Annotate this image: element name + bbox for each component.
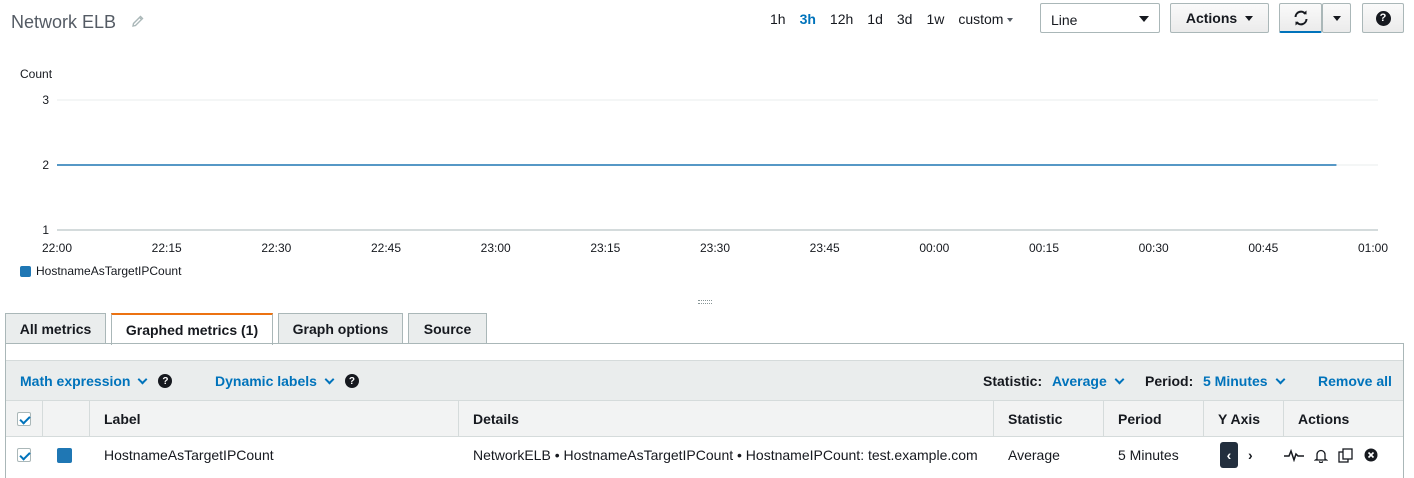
row-checkbox[interactable] [17, 448, 31, 462]
statistic-label: Statistic: [983, 373, 1043, 389]
label-column-header[interactable]: Label [90, 401, 459, 437]
chart-legend[interactable]: HostnameAsTargetIPCount [20, 264, 181, 278]
tab-source[interactable]: Source [408, 313, 487, 344]
statistic-dropdown[interactable]: Average [1052, 373, 1125, 389]
metric-line-chart: Count 1 2 3 22:00 22:15 22:30 22:45 23:00 23:15 23… [20, 67, 1388, 255]
tab-all-metrics[interactable]: All metrics [5, 313, 106, 344]
chevron-down-icon [1114, 374, 1125, 384]
help-button[interactable]: ? [1362, 3, 1404, 33]
chart-type-value: Line [1051, 12, 1078, 28]
series-color-swatch[interactable] [57, 447, 72, 463]
actions-button[interactable]: Actions [1170, 3, 1269, 33]
color-column-header [43, 401, 90, 437]
x-tick-label: 23:45 [810, 241, 840, 255]
row-yaxis: ‹ › [1204, 437, 1284, 473]
help-icon: ? [1375, 10, 1391, 26]
row-color-cell [43, 437, 90, 473]
x-tick-label: 22:45 [371, 241, 401, 255]
y-axis-label: Count [20, 67, 53, 81]
range-3h[interactable]: 3h [800, 11, 816, 27]
refresh-options-button[interactable] [1322, 3, 1351, 33]
metrics-toolbar: Math expression ? Dynamic labels ? Stati… [6, 360, 1403, 400]
graph-this-metric-icon[interactable] [1284, 448, 1304, 462]
range-1d[interactable]: 1d [867, 11, 883, 27]
details-column-header[interactable]: Details [459, 401, 994, 437]
legend-swatch [20, 265, 31, 277]
yaxis-column-header: Y Axis [1204, 401, 1284, 437]
graphed-metrics-panel: Math expression ? Dynamic labels ? Stati… [5, 343, 1404, 478]
x-tick-label: 22:30 [261, 241, 291, 255]
x-tick-label: 23:30 [700, 241, 730, 255]
caret-down-icon [1245, 15, 1254, 21]
tab-graphed-metrics[interactable]: Graphed metrics (1) [111, 313, 273, 345]
range-custom-label: custom [958, 11, 1004, 27]
x-tick-label: 22:15 [152, 241, 182, 255]
legend-label: HostnameAsTargetIPCount [36, 264, 182, 278]
x-tick-label: 00:30 [1139, 241, 1169, 255]
help-icon[interactable]: ? [344, 374, 359, 388]
refresh-button[interactable] [1279, 3, 1322, 33]
x-tick-label: 01:00 [1358, 241, 1388, 255]
row-actions [1284, 437, 1403, 473]
period-value: 5 Minutes [1203, 373, 1268, 389]
range-1h[interactable]: 1h [770, 11, 786, 27]
refresh-icon [1294, 10, 1307, 25]
chart-type-select[interactable]: Line [1040, 3, 1160, 33]
period-dropdown[interactable]: 5 Minutes [1203, 373, 1286, 389]
actions-column-header: Actions [1298, 411, 1350, 427]
caret-down-icon [1007, 18, 1014, 23]
range-12h[interactable]: 12h [830, 11, 853, 27]
row-period[interactable]: 5 Minutes [1104, 437, 1204, 473]
statistic-column-header[interactable]: Statistic [994, 401, 1104, 437]
period-column-header[interactable]: Period [1104, 401, 1204, 437]
caret-down-icon [1332, 15, 1341, 21]
metrics-tabs: All metrics Graphed metrics (1) Graph op… [5, 313, 492, 345]
dynamic-labels-dropdown[interactable]: Dynamic labels ? [215, 373, 359, 389]
chevron-down-icon [1275, 374, 1286, 384]
remove-all-link[interactable]: Remove all [1318, 373, 1392, 389]
x-tick-label: 00:15 [1029, 241, 1059, 255]
row-label[interactable]: HostnameAsTargetIPCount [90, 437, 459, 473]
table-header: Label Details Statistic Period Y Axis Ac… [6, 400, 1403, 437]
x-tick-label: 23:15 [590, 241, 620, 255]
tab-graph-options[interactable]: Graph options [278, 313, 403, 344]
range-3d[interactable]: 3d [897, 11, 913, 27]
x-tick-label: 22:00 [42, 241, 72, 255]
yaxis-right-button[interactable]: › [1248, 447, 1253, 463]
dynamic-labels-label: Dynamic labels [215, 373, 317, 389]
range-1w[interactable]: 1w [926, 11, 944, 27]
help-icon[interactable]: ? [158, 374, 173, 388]
range-custom[interactable]: custom [958, 11, 1014, 27]
statistic-value: Average [1052, 373, 1107, 389]
dashboard-title: Network ELB [11, 12, 117, 32]
x-tick-label: 23:00 [481, 241, 511, 255]
x-tick-label: 00:45 [1248, 241, 1278, 255]
chevron-down-icon [324, 374, 335, 384]
table-row: HostnameAsTargetIPCount NetworkELB • Hos… [6, 437, 1403, 473]
y-tick-label: 1 [42, 223, 49, 237]
resize-handle[interactable] [698, 300, 712, 304]
x-tick-label: 00:00 [919, 241, 949, 255]
period-label: Period: [1145, 373, 1194, 389]
remove-icon[interactable] [1364, 448, 1378, 462]
y-tick-label: 3 [42, 93, 49, 107]
chevron-down-icon [138, 374, 148, 384]
select-all-cell [6, 401, 43, 437]
edit-title-icon[interactable] [131, 14, 145, 28]
y-tick-label: 2 [42, 158, 49, 172]
row-details: NetworkELB • HostnameAsTargetIPCount • H… [473, 447, 978, 463]
row-select-cell [6, 437, 43, 473]
bell-icon[interactable] [1314, 448, 1328, 463]
time-range-selector: 1h 3h 12h 1d 3d 1w custom [770, 10, 1014, 28]
math-expression-dropdown[interactable]: Math expression ? [20, 373, 173, 389]
row-statistic[interactable]: Average [994, 437, 1104, 473]
dropdown-arrow-icon [1139, 16, 1149, 22]
actions-button-label: Actions [1185, 10, 1238, 26]
select-all-checkbox[interactable] [17, 412, 31, 426]
duplicate-icon[interactable] [1338, 447, 1354, 463]
yaxis-left-button[interactable]: ‹ [1220, 442, 1238, 468]
math-expression-label: Math expression [20, 373, 131, 389]
